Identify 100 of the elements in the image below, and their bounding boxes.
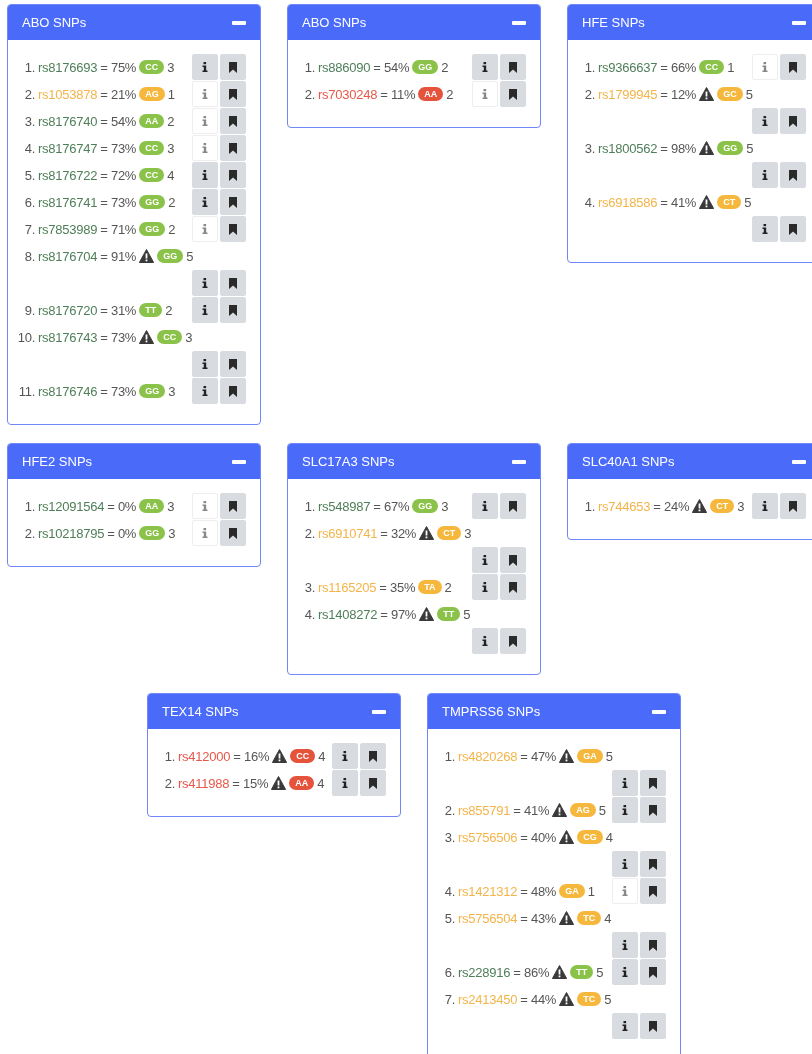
bookmark-button[interactable] — [640, 932, 666, 958]
info-button[interactable] — [192, 189, 218, 215]
bookmark-button[interactable] — [500, 493, 526, 519]
snp-link[interactable]: rs8176746 — [38, 383, 98, 399]
genotype-badge: AG — [139, 87, 165, 101]
panel-title: ABO SNPs — [302, 15, 367, 30]
snp-link[interactable]: rs8176747 — [38, 140, 98, 156]
info-button[interactable] — [332, 743, 358, 769]
info-button[interactable] — [192, 297, 218, 323]
snp-link[interactable]: rs8176722 — [38, 167, 98, 183]
bookmark-button[interactable] — [500, 547, 526, 573]
info-icon — [202, 89, 208, 99]
snp-link[interactable]: rs1800562 — [598, 140, 658, 156]
bookmark-button[interactable] — [220, 189, 246, 215]
count-text: 4 — [167, 167, 175, 183]
info-button[interactable] — [472, 547, 498, 573]
bookmark-button[interactable] — [220, 378, 246, 404]
bookmark-button[interactable] — [780, 108, 806, 134]
info-button[interactable] — [612, 851, 638, 877]
genotype-badge: GA — [559, 884, 585, 898]
snp-link[interactable]: rs8176741 — [38, 194, 98, 210]
snp-link[interactable]: rs8176720 — [38, 302, 98, 318]
bookmark-button[interactable] — [780, 54, 806, 80]
snp-link[interactable]: rs412000 — [178, 748, 231, 764]
item-number: 2. — [23, 525, 35, 541]
snp-link[interactable]: rs7030248 — [318, 86, 378, 102]
snp-link[interactable]: rs10218795 — [38, 525, 105, 541]
info-button[interactable] — [192, 162, 218, 188]
info-button[interactable] — [192, 378, 218, 404]
info-button[interactable] — [752, 216, 778, 242]
item-number: 3. — [23, 113, 35, 129]
snp-link[interactable]: rs8176743 — [38, 329, 98, 345]
bookmark-button[interactable] — [220, 351, 246, 377]
info-button[interactable] — [332, 770, 358, 796]
info-button[interactable] — [472, 493, 498, 519]
frequency-text: = 75% — [100, 59, 137, 75]
bookmark-icon — [649, 939, 657, 951]
bookmark-button[interactable] — [640, 959, 666, 985]
bookmark-button[interactable] — [220, 270, 246, 296]
bookmark-button[interactable] — [780, 493, 806, 519]
snp-link[interactable]: rs7853989 — [38, 221, 98, 237]
bookmark-icon — [649, 966, 657, 978]
bookmark-button[interactable] — [220, 162, 246, 188]
info-button[interactable] — [752, 108, 778, 134]
info-button[interactable] — [612, 797, 638, 823]
info-button[interactable] — [612, 1013, 638, 1039]
snp-link[interactable]: rs8176740 — [38, 113, 98, 129]
bookmark-button[interactable] — [220, 81, 246, 107]
snp-link[interactable]: rs228916 — [458, 964, 511, 980]
info-button[interactable] — [472, 54, 498, 80]
info-button[interactable] — [192, 351, 218, 377]
snp-link[interactable]: rs411988 — [178, 775, 230, 791]
snp-link[interactable]: rs886090 — [318, 59, 371, 75]
snp-link[interactable]: rs9366637 — [598, 59, 658, 75]
info-button[interactable] — [612, 932, 638, 958]
bookmark-button[interactable] — [500, 574, 526, 600]
bookmark-button[interactable] — [640, 797, 666, 823]
bookmark-icon — [229, 385, 237, 397]
bookmark-button[interactable] — [780, 162, 806, 188]
item-number: 3. — [303, 579, 315, 595]
bookmark-button[interactable] — [780, 216, 806, 242]
bookmark-button[interactable] — [500, 54, 526, 80]
bookmark-button[interactable] — [360, 743, 386, 769]
genotype-badge: TC — [577, 992, 602, 1006]
frequency-text: = 35% — [379, 579, 416, 595]
bookmark-button[interactable] — [640, 851, 666, 877]
bookmark-button[interactable] — [500, 81, 526, 107]
panel-title: TEX14 SNPs — [162, 704, 239, 719]
info-icon — [622, 886, 628, 896]
item-number: 4. — [23, 140, 35, 156]
bookmark-button[interactable] — [640, 1013, 666, 1039]
bookmark-button[interactable] — [220, 520, 246, 546]
panel-title: HFE SNPs — [582, 15, 645, 30]
bookmark-button[interactable] — [220, 54, 246, 80]
snp-link[interactable]: rs1408272 — [318, 606, 378, 622]
info-button[interactable] — [752, 493, 778, 519]
bookmark-button[interactable] — [220, 297, 246, 323]
bookmark-button[interactable] — [500, 628, 526, 654]
item-number: 1. — [583, 59, 595, 75]
bookmark-button[interactable] — [640, 878, 666, 904]
info-button[interactable] — [472, 574, 498, 600]
bookmark-button[interactable] — [220, 135, 246, 161]
info-button[interactable] — [472, 628, 498, 654]
count-text: 3 — [167, 498, 175, 514]
bookmark-button[interactable] — [360, 770, 386, 796]
snp-link[interactable]: rs8176704 — [38, 248, 98, 264]
info-button[interactable] — [192, 54, 218, 80]
snp-link[interactable]: rs8176693 — [38, 59, 98, 75]
snp-link[interactable]: rs12091564 — [38, 498, 105, 514]
info-button[interactable] — [612, 959, 638, 985]
info-button[interactable] — [192, 270, 218, 296]
count-text: 3 — [737, 498, 745, 514]
snp-link[interactable]: rs548987 — [318, 498, 371, 514]
info-button[interactable] — [612, 770, 638, 796]
bookmark-button[interactable] — [220, 216, 246, 242]
bookmark-button[interactable] — [640, 770, 666, 796]
info-button[interactable] — [752, 162, 778, 188]
genotype-badge: CT — [710, 499, 735, 513]
bookmark-button[interactable] — [220, 493, 246, 519]
bookmark-button[interactable] — [220, 108, 246, 134]
